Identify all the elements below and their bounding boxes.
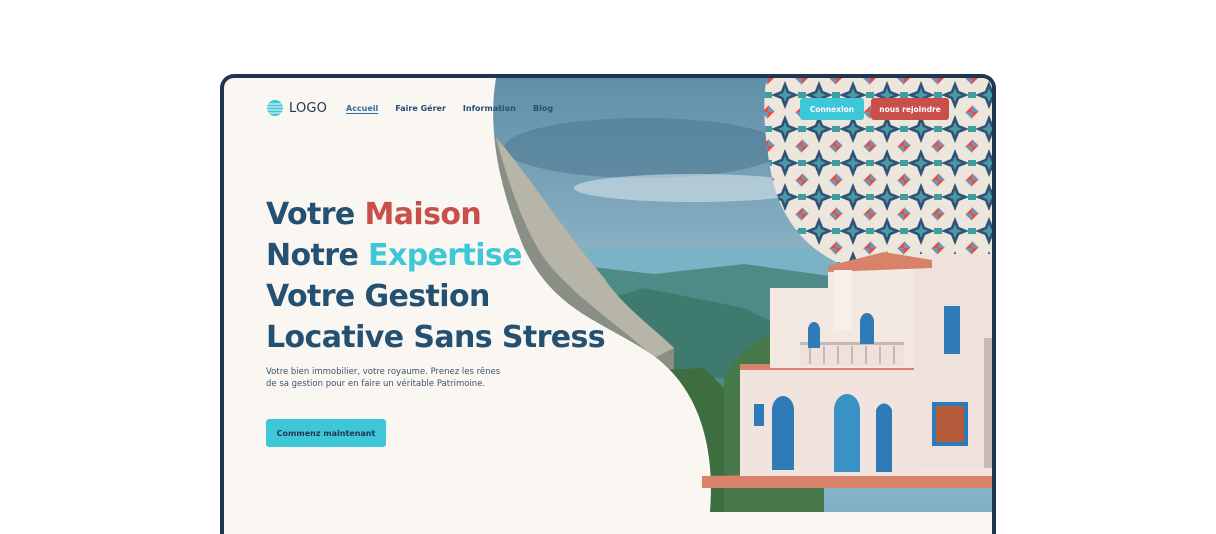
hero-line-1-a: Votre — [266, 197, 365, 232]
hero-line-2: Notre Expertise — [266, 235, 605, 276]
striped-globe-icon — [267, 100, 283, 116]
nav-link-accueil[interactable]: Accueil — [346, 104, 378, 113]
hero-line-1: Votre Maison — [266, 194, 605, 235]
nav-link-blog[interactable]: Blog — [533, 104, 553, 113]
nav-links: Accueil Faire Gérer Information Blog — [346, 104, 553, 113]
hero-line-2-a: Notre — [266, 238, 369, 273]
start-now-button[interactable]: Commenz maintenant — [266, 419, 386, 447]
hero-line-1-b: Maison — [364, 197, 482, 232]
hero-line-3: Votre Gestion — [266, 279, 490, 314]
login-button[interactable]: Connexion — [800, 98, 864, 120]
nav-link-information[interactable]: Information — [463, 104, 516, 113]
logo-text: LOGO — [289, 100, 328, 116]
hero-line-4: Locative Sans Stress — [266, 320, 606, 355]
hero-heading: Votre Maison Notre Expertise Votre Gesti… — [266, 194, 606, 358]
top-nav: LOGO Accueil Faire Gérer Information Blo… — [224, 78, 992, 142]
join-button[interactable]: nous rejoindre — [871, 98, 949, 120]
hero-line-2-b: Expertise — [368, 238, 522, 273]
hero-subtext: Votre bien immobilier, votre royaume. Pr… — [266, 367, 501, 389]
browser-frame: LOGO Accueil Faire Gérer Information Blo… — [220, 74, 996, 534]
logo[interactable]: LOGO — [266, 99, 327, 117]
nav-link-faire-gerer[interactable]: Faire Gérer — [395, 104, 446, 113]
